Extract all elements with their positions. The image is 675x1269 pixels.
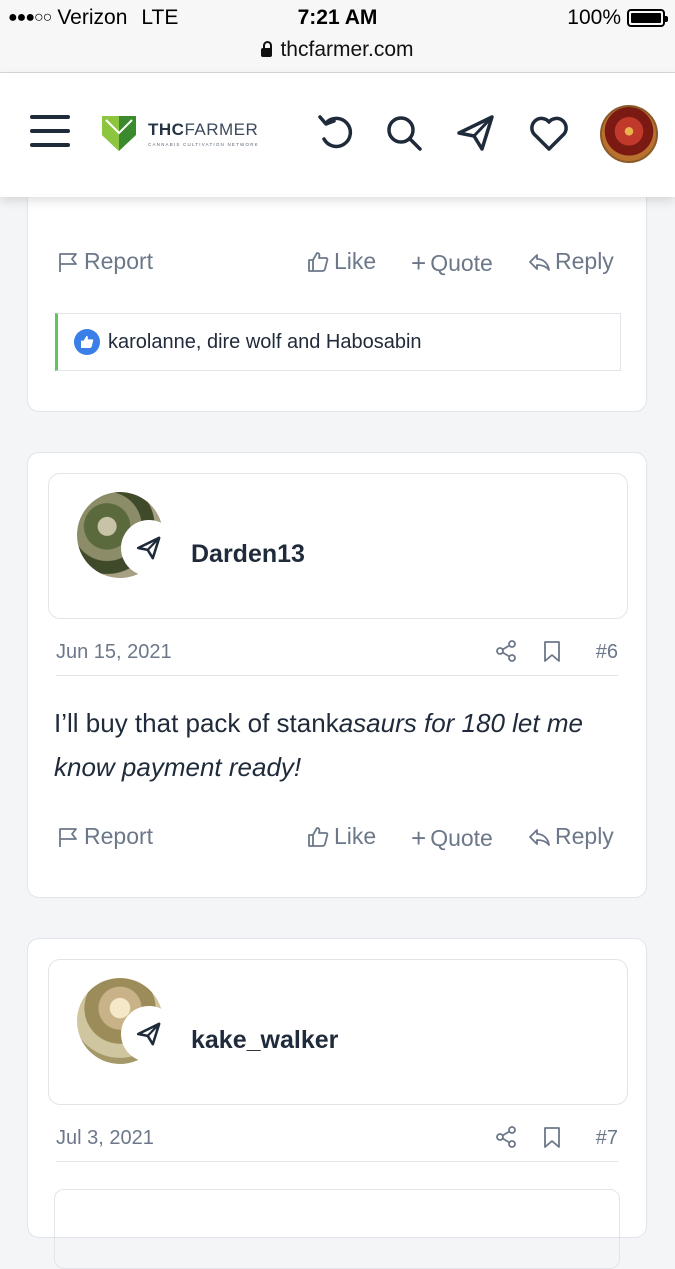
send-icon[interactable] <box>454 111 498 155</box>
quote-label: Quote <box>430 250 493 276</box>
share-icon[interactable] <box>494 639 518 663</box>
logo-wordmark: THCFARMER <box>148 119 259 139</box>
reply-label: Reply <box>555 823 614 849</box>
reply-button[interactable]: Reply <box>527 248 614 275</box>
like-reaction-icon <box>74 329 100 355</box>
thumbs-up-icon <box>308 251 329 272</box>
post-date[interactable]: Jul 3, 2021 <box>56 1127 154 1150</box>
reply-button[interactable]: Reply <box>527 823 614 850</box>
post-number[interactable]: #7 <box>596 1127 618 1150</box>
quote-button[interactable]: + Quote <box>411 823 493 854</box>
reply-icon <box>529 253 550 271</box>
address-bar[interactable]: thcfarmer.com <box>0 38 675 62</box>
report-label: Report <box>84 248 154 274</box>
logo-tagline: CANNABIS CULTIVATION NETWORK <box>148 141 259 147</box>
heart-icon[interactable] <box>527 111 571 155</box>
post-meta: Jun 15, 2021 #6 <box>56 637 618 676</box>
reply-icon <box>529 828 550 846</box>
send-icon[interactable] <box>121 520 177 576</box>
reply-label: Reply <box>555 248 614 274</box>
post-date[interactable]: Jun 15, 2021 <box>56 641 172 664</box>
ios-status-bar: ●●●○○ Verizon LTE 7:21 AM 100% thcfarmer… <box>0 0 675 73</box>
post-card: Darden13 Jun 15, 2021 #6 I’ll buy that p… <box>27 452 647 898</box>
user-box: kake_walker <box>48 959 628 1105</box>
like-label: Like <box>334 823 377 849</box>
post-meta: Jul 3, 2021 #7 <box>56 1123 618 1162</box>
reactions-text: karolanne, dire wolf and Habosabin <box>108 330 422 353</box>
lock-icon <box>261 41 273 57</box>
reactions-bar[interactable]: karolanne, dire wolf and Habosabin <box>55 313 621 371</box>
post-actions: Report Like + Quote Reply <box>56 248 618 280</box>
quote-label: Quote <box>430 825 493 851</box>
post-actions: Report Like + Quote Reply <box>56 823 618 855</box>
url-text: thcfarmer.com <box>280 38 414 61</box>
site-logo[interactable]: THCFARMER CANNABIS CULTIVATION NETWORK <box>100 113 259 153</box>
menu-icon[interactable] <box>30 115 70 149</box>
battery-icon <box>627 9 668 27</box>
username[interactable]: Darden13 <box>191 540 305 569</box>
flag-icon <box>59 252 77 272</box>
like-button[interactable]: Like <box>306 248 376 275</box>
thumbs-up-icon <box>308 826 329 847</box>
report-button[interactable]: Report <box>56 248 153 275</box>
user-box: Darden13 <box>48 473 628 619</box>
flag-icon <box>59 827 77 847</box>
like-button[interactable]: Like <box>306 823 376 850</box>
quote-button[interactable]: + Quote <box>411 248 493 279</box>
logo-shield-icon <box>102 116 136 151</box>
post-message: I’ll buy that pack of stankasaurs for 18… <box>54 708 583 782</box>
plus-icon: + <box>411 823 427 853</box>
report-label: Report <box>84 823 154 849</box>
battery-percent: 100% <box>567 6 621 29</box>
bookmark-icon[interactable] <box>540 639 564 663</box>
bookmark-icon[interactable] <box>540 1125 564 1149</box>
battery-info: 100% <box>567 6 668 30</box>
refresh-icon[interactable] <box>314 111 358 155</box>
post-card: kake_walker Jul 3, 2021 #7 <box>27 938 647 1269</box>
like-label: Like <box>334 248 377 274</box>
post-content-box <box>54 1189 620 1269</box>
send-icon[interactable] <box>121 1006 177 1062</box>
report-button[interactable]: Report <box>56 823 153 850</box>
account-avatar[interactable] <box>600 105 658 163</box>
post-number[interactable]: #6 <box>596 641 618 664</box>
share-icon[interactable] <box>494 1125 518 1149</box>
search-icon[interactable] <box>382 111 426 155</box>
site-header: THCFARMER CANNABIS CULTIVATION NETWORK <box>0 73 675 197</box>
plus-icon: + <box>411 248 427 278</box>
username[interactable]: kake_walker <box>191 1026 338 1055</box>
